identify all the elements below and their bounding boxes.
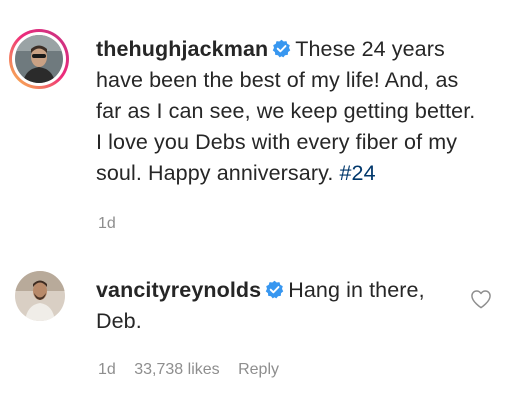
heart-icon[interactable] bbox=[470, 289, 492, 309]
comment-text-line: have been the best of my life! And, as bbox=[96, 68, 459, 92]
likes-count[interactable]: 33,738 likes bbox=[134, 361, 219, 378]
comment-text-line: Deb. bbox=[96, 309, 142, 333]
comment-text-line: Hang in there, bbox=[288, 278, 425, 302]
comment-text-line: soul. Happy anniversary. bbox=[96, 161, 334, 185]
username-link[interactable]: vancityreynolds bbox=[96, 278, 261, 302]
comment-meta: 1d bbox=[98, 215, 130, 233]
comment-body: vancityreynolds Hang in there, Deb. bbox=[96, 275, 466, 337]
comment-body: thehughjackman These 24 years have been t… bbox=[96, 34, 496, 189]
reply-button[interactable]: Reply bbox=[238, 361, 279, 378]
avatar[interactable] bbox=[15, 35, 63, 83]
comment-meta: 1d 33,738 likes Reply bbox=[98, 361, 293, 379]
timestamp[interactable]: 1d bbox=[98, 215, 116, 232]
hashtag-link[interactable]: #24 bbox=[340, 161, 376, 185]
comment-text-line: far as I can see, we keep getting better… bbox=[96, 99, 476, 123]
timestamp[interactable]: 1d bbox=[98, 361, 116, 378]
verified-badge-icon bbox=[265, 280, 284, 299]
username-link[interactable]: thehughjackman bbox=[96, 37, 268, 61]
comment-text-line: These 24 years bbox=[295, 37, 445, 61]
avatar[interactable] bbox=[15, 271, 65, 321]
verified-badge-icon bbox=[273, 39, 291, 58]
comment-text-line: I love you Debs with every fiber of my bbox=[96, 130, 458, 154]
